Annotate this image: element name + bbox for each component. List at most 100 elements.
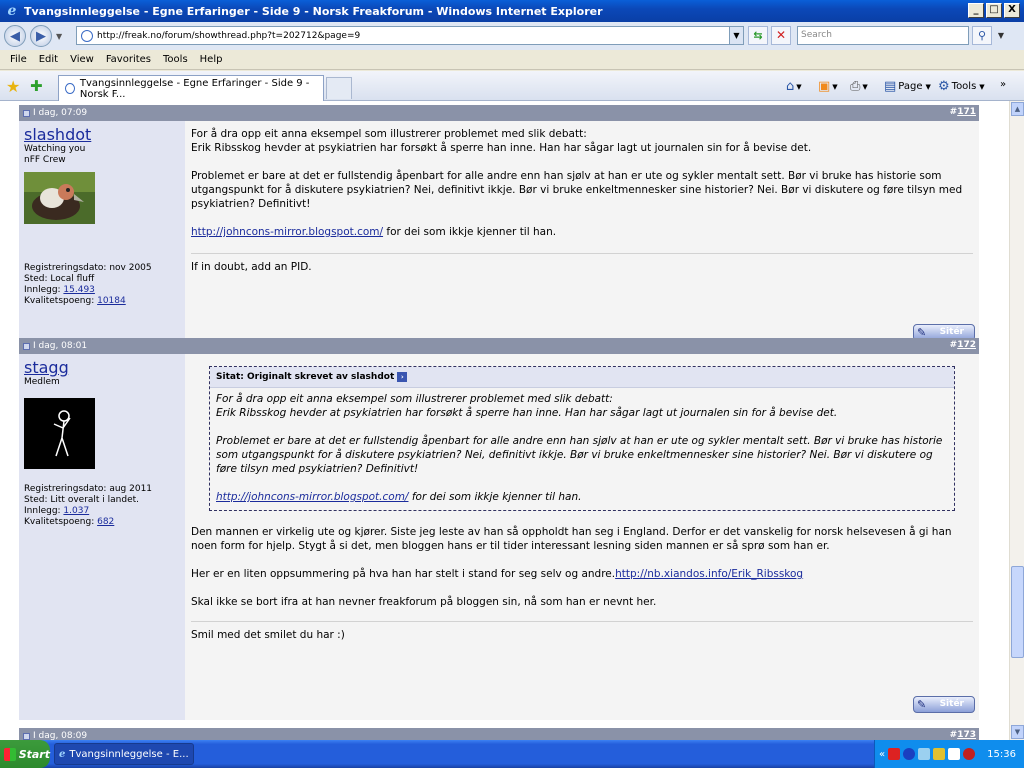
quality-label: Kvalitetspoeng: — [24, 296, 98, 306]
quote-text: For å dra opp eit anna eksempel som illu… — [210, 388, 954, 510]
scroll-thumb[interactable] — [1011, 566, 1024, 658]
menu-help[interactable]: Help — [194, 54, 229, 65]
quote-button[interactable]: ✎ Sitér — [913, 696, 975, 713]
tools-menu-button[interactable]: ⚙ Tools ▼ — [938, 79, 985, 94]
avatar[interactable] — [24, 172, 95, 224]
message-paragraph: Den mannen er virkelig ute og kjører. Si… — [191, 526, 952, 552]
forward-button[interactable]: ▶ — [30, 25, 52, 47]
tab-current[interactable]: Tvangsinnleggelse - Egne Erfaringer - Si… — [58, 75, 324, 101]
window-title-bar[interactable]: e Tvangsinnleggelse - Egne Erfaringer - … — [0, 0, 1024, 22]
tray-security-icon[interactable] — [933, 748, 946, 760]
message-text: Her er en liten oppsummering på hva han … — [191, 568, 616, 580]
tray-network-icon[interactable] — [903, 748, 916, 760]
post-number-link[interactable]: 171 — [957, 107, 976, 117]
home-icon: ⌂ — [786, 79, 795, 94]
printer-icon: ⎙ — [850, 79, 861, 94]
address-url[interactable]: http://freak.no/forum/showthread.php?t=2… — [97, 31, 360, 41]
page-label: Page — [898, 81, 923, 92]
tray-expand-icon[interactable]: « — [879, 749, 885, 760]
avatar[interactable] — [24, 398, 95, 469]
message-paragraph: http://johncons-mirror.blogspot.com/ for… — [191, 225, 973, 239]
post-number: #171 — [950, 107, 976, 117]
home-button[interactable]: ⌂ ▼ — [786, 79, 802, 94]
close-button[interactable]: X — [1004, 3, 1020, 18]
post-count-link[interactable]: 15.493 — [63, 285, 95, 295]
new-tab-button[interactable] — [326, 77, 352, 99]
tray-antivirus-icon[interactable] — [888, 748, 901, 760]
post-number-link[interactable]: 172 — [957, 340, 976, 350]
chevron-right-icon[interactable]: » — [1000, 79, 1006, 90]
feeds-button[interactable]: ▣ ▼ — [818, 79, 838, 94]
search-input[interactable]: Search — [797, 26, 969, 45]
tray-app-icon[interactable] — [963, 748, 976, 760]
quality-link[interactable]: 10184 — [97, 296, 126, 306]
post-171: I dag, 07:09 #171 slashdot Watching you … — [19, 105, 979, 347]
stop-button[interactable]: ✕ — [771, 26, 791, 45]
add-favorite-icon[interactable]: ✚ — [30, 77, 43, 95]
menu-bar: File Edit View Favorites Tools Help — [0, 50, 1024, 70]
maximize-button[interactable]: □ — [986, 3, 1002, 18]
post-message: For å dra opp eit anna eksempel som illu… — [185, 121, 979, 347]
page-icon: ▤ — [884, 79, 897, 94]
menu-tools[interactable]: Tools — [157, 54, 194, 65]
post-count-link[interactable]: 1.037 — [63, 506, 89, 516]
page-content: I dag, 07:09 #171 slashdot Watching you … — [0, 101, 1009, 740]
menu-view[interactable]: View — [64, 54, 100, 65]
window-controls: _ □ X — [968, 3, 1020, 18]
message-paragraph: Skal ikke se bort ifra at han nevner fre… — [191, 596, 657, 608]
favorites-star-icon[interactable]: ★ — [6, 77, 20, 96]
username-link[interactable]: slashdot — [24, 125, 180, 144]
view-post-arrow-icon[interactable]: › — [397, 372, 408, 382]
scroll-up-arrow-icon[interactable]: ▲ — [1011, 102, 1024, 116]
search-dropdown-icon[interactable]: ▼ — [994, 26, 1008, 45]
menu-favorites[interactable]: Favorites — [100, 54, 157, 65]
scroll-down-arrow-icon[interactable]: ▼ — [1011, 725, 1024, 739]
quote-blog-link[interactable]: http://johncons-mirror.blogspot.com/ — [216, 491, 408, 503]
menu-edit[interactable]: Edit — [33, 54, 64, 65]
quality-row: Kvalitetspoeng: 682 — [24, 517, 152, 528]
tray-volume-icon[interactable] — [948, 748, 961, 760]
address-dropdown-icon[interactable]: ▼ — [729, 27, 743, 44]
post-count-label: Innlegg: — [24, 285, 64, 295]
quote-line: For å dra opp eit anna eksempel som illu… — [216, 393, 613, 405]
clock[interactable]: 15:36 — [987, 749, 1016, 760]
quote-button-label: Sitér — [939, 327, 964, 337]
post-body: stagg Medlem Registreringsdato: aug 2011… — [19, 354, 979, 720]
blog-link[interactable]: http://johncons-mirror.blogspot.com/ — [191, 226, 383, 238]
user-rank: nFF Crew — [24, 155, 66, 165]
refresh-button[interactable]: ⇆ — [748, 26, 768, 45]
start-button[interactable]: Start — [0, 740, 50, 768]
address-field[interactable]: http://freak.no/forum/showthread.php?t=2… — [76, 26, 744, 45]
quality-link[interactable]: 682 — [97, 517, 114, 527]
post-date: I dag, 07:09 — [33, 108, 88, 118]
taskbar-item-ie[interactable]: e Tvangsinnleggelse - E... — [54, 743, 194, 765]
username-link[interactable]: stagg — [24, 358, 180, 377]
post-icon — [23, 732, 30, 740]
quality-row: Kvalitetspoeng: 10184 — [24, 296, 152, 307]
tools-label: Tools — [951, 81, 977, 92]
window-title: Tvangsinnleggelse - Egne Erfaringer - Si… — [24, 4, 603, 18]
history-dropdown-icon[interactable]: ▼ — [56, 32, 66, 41]
start-label: Start — [18, 747, 50, 761]
menu-file[interactable]: File — [4, 54, 33, 65]
taskbar: Start e Tvangsinnleggelse - E... « 15:36 — [0, 740, 1024, 768]
reg-date: Registreringsdato: nov 2005 — [24, 263, 152, 273]
print-button[interactable]: ⎙ ▼ — [850, 79, 868, 94]
back-button[interactable]: ◀ — [4, 25, 26, 47]
post-number-link[interactable]: 173 — [957, 730, 976, 740]
page-menu-button[interactable]: ▤ Page ▼ — [884, 79, 931, 94]
vertical-scrollbar[interactable]: ▲ ▼ — [1009, 101, 1024, 740]
taskbar-item-label: Tvangsinnleggelse - E... — [69, 748, 189, 760]
tray-monitor-icon[interactable] — [918, 748, 931, 760]
minimize-button[interactable]: _ — [968, 3, 984, 18]
quote-line: Erik Ribsskog hevder at psykiatrien har … — [216, 407, 838, 419]
user-info: stagg Medlem Registreringsdato: aug 2011… — [19, 354, 185, 720]
post-body: slashdot Watching you nFF Crew Registrer… — [19, 121, 979, 347]
rss-icon: ▣ — [818, 79, 831, 94]
post-count-row: Innlegg: 15.493 — [24, 285, 152, 296]
search-icon[interactable]: ⚲ — [972, 26, 992, 45]
wiki-link[interactable]: http://nb.xiandos.info/Erik_Ribsskog — [615, 568, 803, 580]
post-date: I dag, 08:09 — [33, 731, 88, 740]
post-number: #172 — [950, 340, 976, 350]
system-tray: « 15:36 — [874, 740, 1024, 768]
